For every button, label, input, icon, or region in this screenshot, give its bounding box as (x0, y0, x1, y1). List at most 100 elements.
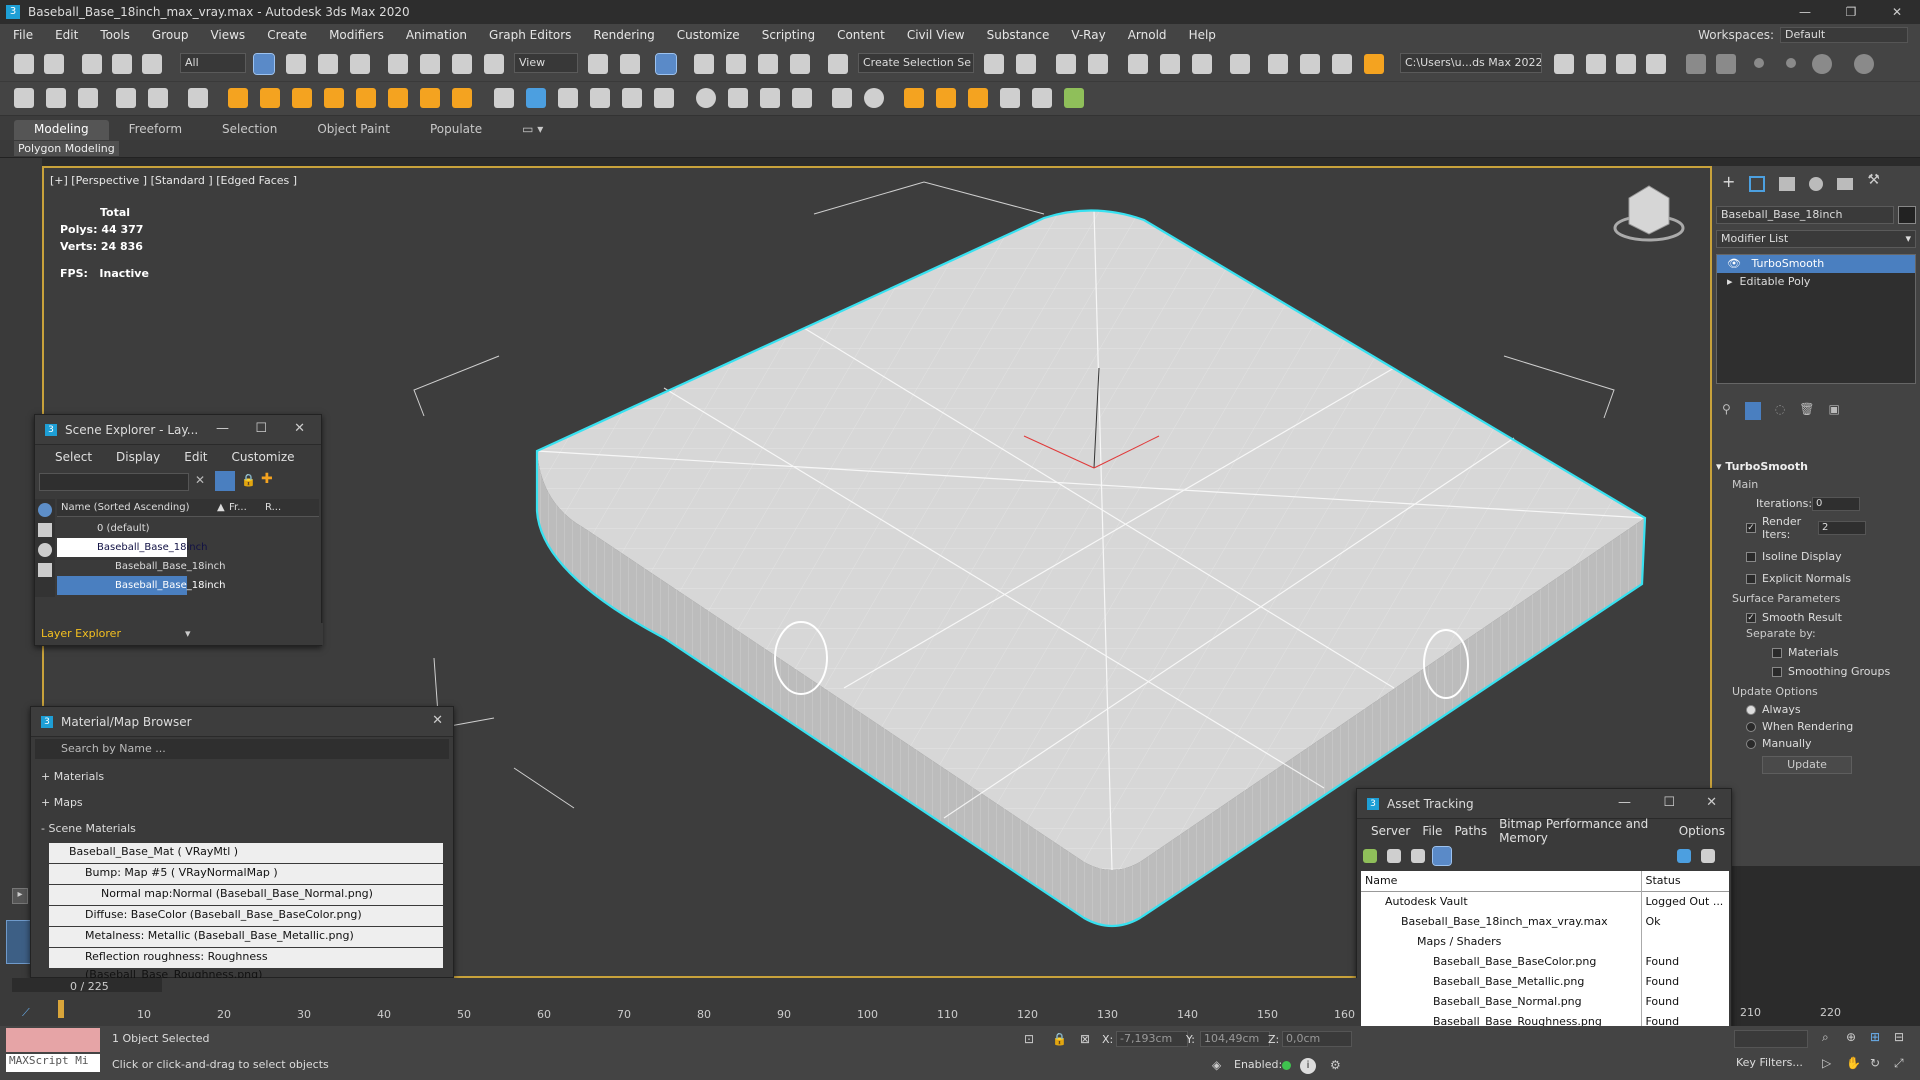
scene-explorer-toggle-icon[interactable] (1056, 54, 1076, 74)
viewcube-icon[interactable] (1613, 185, 1685, 242)
link-icon[interactable] (82, 54, 102, 74)
vray-lister-icon[interactable] (832, 88, 852, 108)
edit-named-selection-icon[interactable] (828, 54, 848, 74)
materials-checkbox[interactable] (1772, 647, 1782, 658)
maximize-icon[interactable]: ❐ (1828, 0, 1874, 24)
layer-explorer-dropdown[interactable]: Layer Explorer ▾ (35, 623, 323, 645)
pin-stack-icon[interactable]: ⚲ (1722, 402, 1731, 422)
menu-rendering[interactable]: Rendering (582, 28, 665, 42)
list-item[interactable]: 0 (default) (57, 519, 319, 538)
vray-lights-icon[interactable] (14, 88, 34, 108)
menu-edit[interactable]: Edit (44, 28, 89, 42)
table-row[interactable]: Maps / Shaders (1361, 931, 1729, 951)
material-item[interactable]: Diffuse: BaseColor (Baseball_Base_BaseCo… (49, 906, 443, 926)
curve-editor-toggle-icon[interactable]: ⟋ (22, 1006, 30, 1020)
polygon-modeling-label[interactable]: Polygon Modeling (14, 141, 119, 156)
pan-icon[interactable]: ✋ (1846, 1056, 1861, 1070)
thumbnail-view-icon[interactable] (1411, 849, 1425, 863)
info-icon[interactable]: i (1300, 1058, 1316, 1074)
menu-scripting[interactable]: Scripting (751, 28, 826, 42)
rollout-title[interactable]: ▾ TurboSmooth (1716, 460, 1916, 478)
configure-modifier-sets-icon[interactable]: ▣ (1829, 402, 1840, 422)
menu-display[interactable]: Display (104, 450, 172, 464)
vray-light-dome-icon[interactable] (260, 88, 280, 108)
list-view-icon[interactable] (1387, 849, 1401, 863)
vray-proxy-icon[interactable] (78, 88, 98, 108)
tab-populate[interactable]: Populate (410, 120, 502, 140)
maximize-viewport-icon[interactable]: ⤢ (1894, 1056, 1904, 1071)
selection-filter-dropdown[interactable]: All (180, 53, 246, 73)
container-icon-1[interactable] (1554, 54, 1574, 74)
list-item[interactable]: Baseball_Base_18inch (57, 576, 225, 595)
vray-instancer-icon[interactable] (728, 88, 748, 108)
vray-material-convert-icon[interactable] (792, 88, 812, 108)
smooth-result-checkbox[interactable]: ✓ (1746, 612, 1756, 623)
named-selection-set-dropdown[interactable]: Create Selection Se (858, 53, 974, 73)
select-by-name-icon[interactable] (286, 54, 306, 74)
scene-search-input[interactable] (39, 473, 189, 491)
object-color-swatch[interactable] (1898, 206, 1916, 224)
toggle-ribbon-icon[interactable] (1128, 54, 1148, 74)
vray-geometry-icon[interactable] (558, 88, 578, 108)
when-rendering-radio[interactable] (1746, 721, 1756, 732)
material-item[interactable]: Metalness: Metallic (Baseball_Base_Metal… (49, 927, 443, 947)
warning-icon[interactable] (1364, 54, 1384, 74)
reference-coordinate-dropdown[interactable]: View (514, 53, 578, 73)
vray-sun-icon[interactable] (420, 88, 440, 108)
close-icon[interactable]: ✕ (1874, 0, 1920, 24)
vray-light-sphere-icon[interactable] (292, 88, 312, 108)
project-folder-dropdown[interactable]: C:\Users\u...ds Max 2022 (1400, 53, 1542, 73)
lock-icon[interactable]: 🔒 (241, 473, 256, 487)
menu-tools[interactable]: Tools (89, 28, 141, 42)
maxscript-listener-top[interactable] (6, 1028, 100, 1052)
zoom-extents-all-icon[interactable]: ⊟ (1894, 1030, 1904, 1044)
cameras-icon[interactable] (38, 563, 52, 577)
vray-table-icon[interactable] (1032, 88, 1052, 108)
rendered-frame-window-icon[interactable] (1300, 54, 1320, 74)
col-name[interactable]: Name (Sorted Ascending) (57, 502, 190, 513)
sort-by-layer-icon[interactable] (38, 503, 52, 517)
rotate-icon[interactable] (420, 54, 440, 74)
orbit-icon[interactable]: ↻ (1870, 1056, 1880, 1070)
menu-file[interactable]: File (0, 28, 44, 42)
vray-material-icon[interactable] (494, 88, 514, 108)
col-frozen[interactable]: Fr... (229, 499, 247, 517)
close-icon[interactable]: ✕ (432, 713, 443, 728)
stack-item-turbosmooth[interactable]: 👁 TurboSmooth (1717, 255, 1915, 273)
vray-fb3-icon[interactable] (968, 88, 988, 108)
table-row[interactable]: Baseball_Base_18inch_max_vray.max Ok (1361, 911, 1729, 931)
undo-icon[interactable] (14, 54, 34, 74)
percent-snap-icon[interactable] (758, 54, 778, 74)
curve-editor-icon[interactable] (1160, 54, 1180, 74)
menu-server[interactable]: Server (1365, 824, 1416, 838)
vray-grass-icon[interactable] (622, 88, 642, 108)
schematic-view-icon[interactable] (1192, 54, 1212, 74)
unlink-icon[interactable] (112, 54, 132, 74)
vray-logo-icon[interactable] (864, 88, 884, 108)
material-item[interactable]: Reflection roughness: Roughness (Basebal… (49, 948, 443, 981)
update-button[interactable]: Update (1762, 756, 1852, 774)
menu-paths[interactable]: Paths (1448, 824, 1493, 838)
redo-icon[interactable] (44, 54, 64, 74)
section-maps[interactable]: + Maps (35, 791, 449, 817)
tab-modeling[interactable]: Modeling (14, 120, 109, 140)
vray-dome-icon[interactable] (46, 88, 66, 108)
render-iters-spinner[interactable]: 2 (1818, 520, 1866, 535)
maxscript-mini-listener[interactable]: MAXScript Mi (6, 1054, 100, 1072)
container-icon-3[interactable] (1616, 54, 1636, 74)
grid-setting-icon[interactable]: ⚙ (1330, 1058, 1341, 1072)
smoothing-groups-checkbox[interactable] (1772, 666, 1782, 677)
menu-create[interactable]: Create (256, 28, 318, 42)
scene-explorer-titlebar[interactable]: 3 Scene Explorer - Lay... — ☐ ✕ (35, 415, 321, 445)
vray-toon-icon[interactable] (526, 88, 546, 108)
make-unique-icon[interactable]: ◌ (1775, 402, 1785, 422)
menu-help[interactable]: Help (1178, 28, 1227, 42)
frame-counter[interactable]: 0 / 225 (70, 980, 109, 993)
vray-ies-icon[interactable] (356, 88, 376, 108)
motion-tab-icon[interactable] (1809, 177, 1824, 191)
explicit-normals-checkbox[interactable] (1746, 573, 1756, 584)
sort-by-hierarchy-icon[interactable] (38, 523, 52, 537)
z-coordinate-field[interactable]: 0,0cm (1282, 1031, 1352, 1047)
hierarchy-tab-icon[interactable] (1779, 177, 1796, 191)
modify-tab-icon[interactable] (1749, 176, 1766, 192)
